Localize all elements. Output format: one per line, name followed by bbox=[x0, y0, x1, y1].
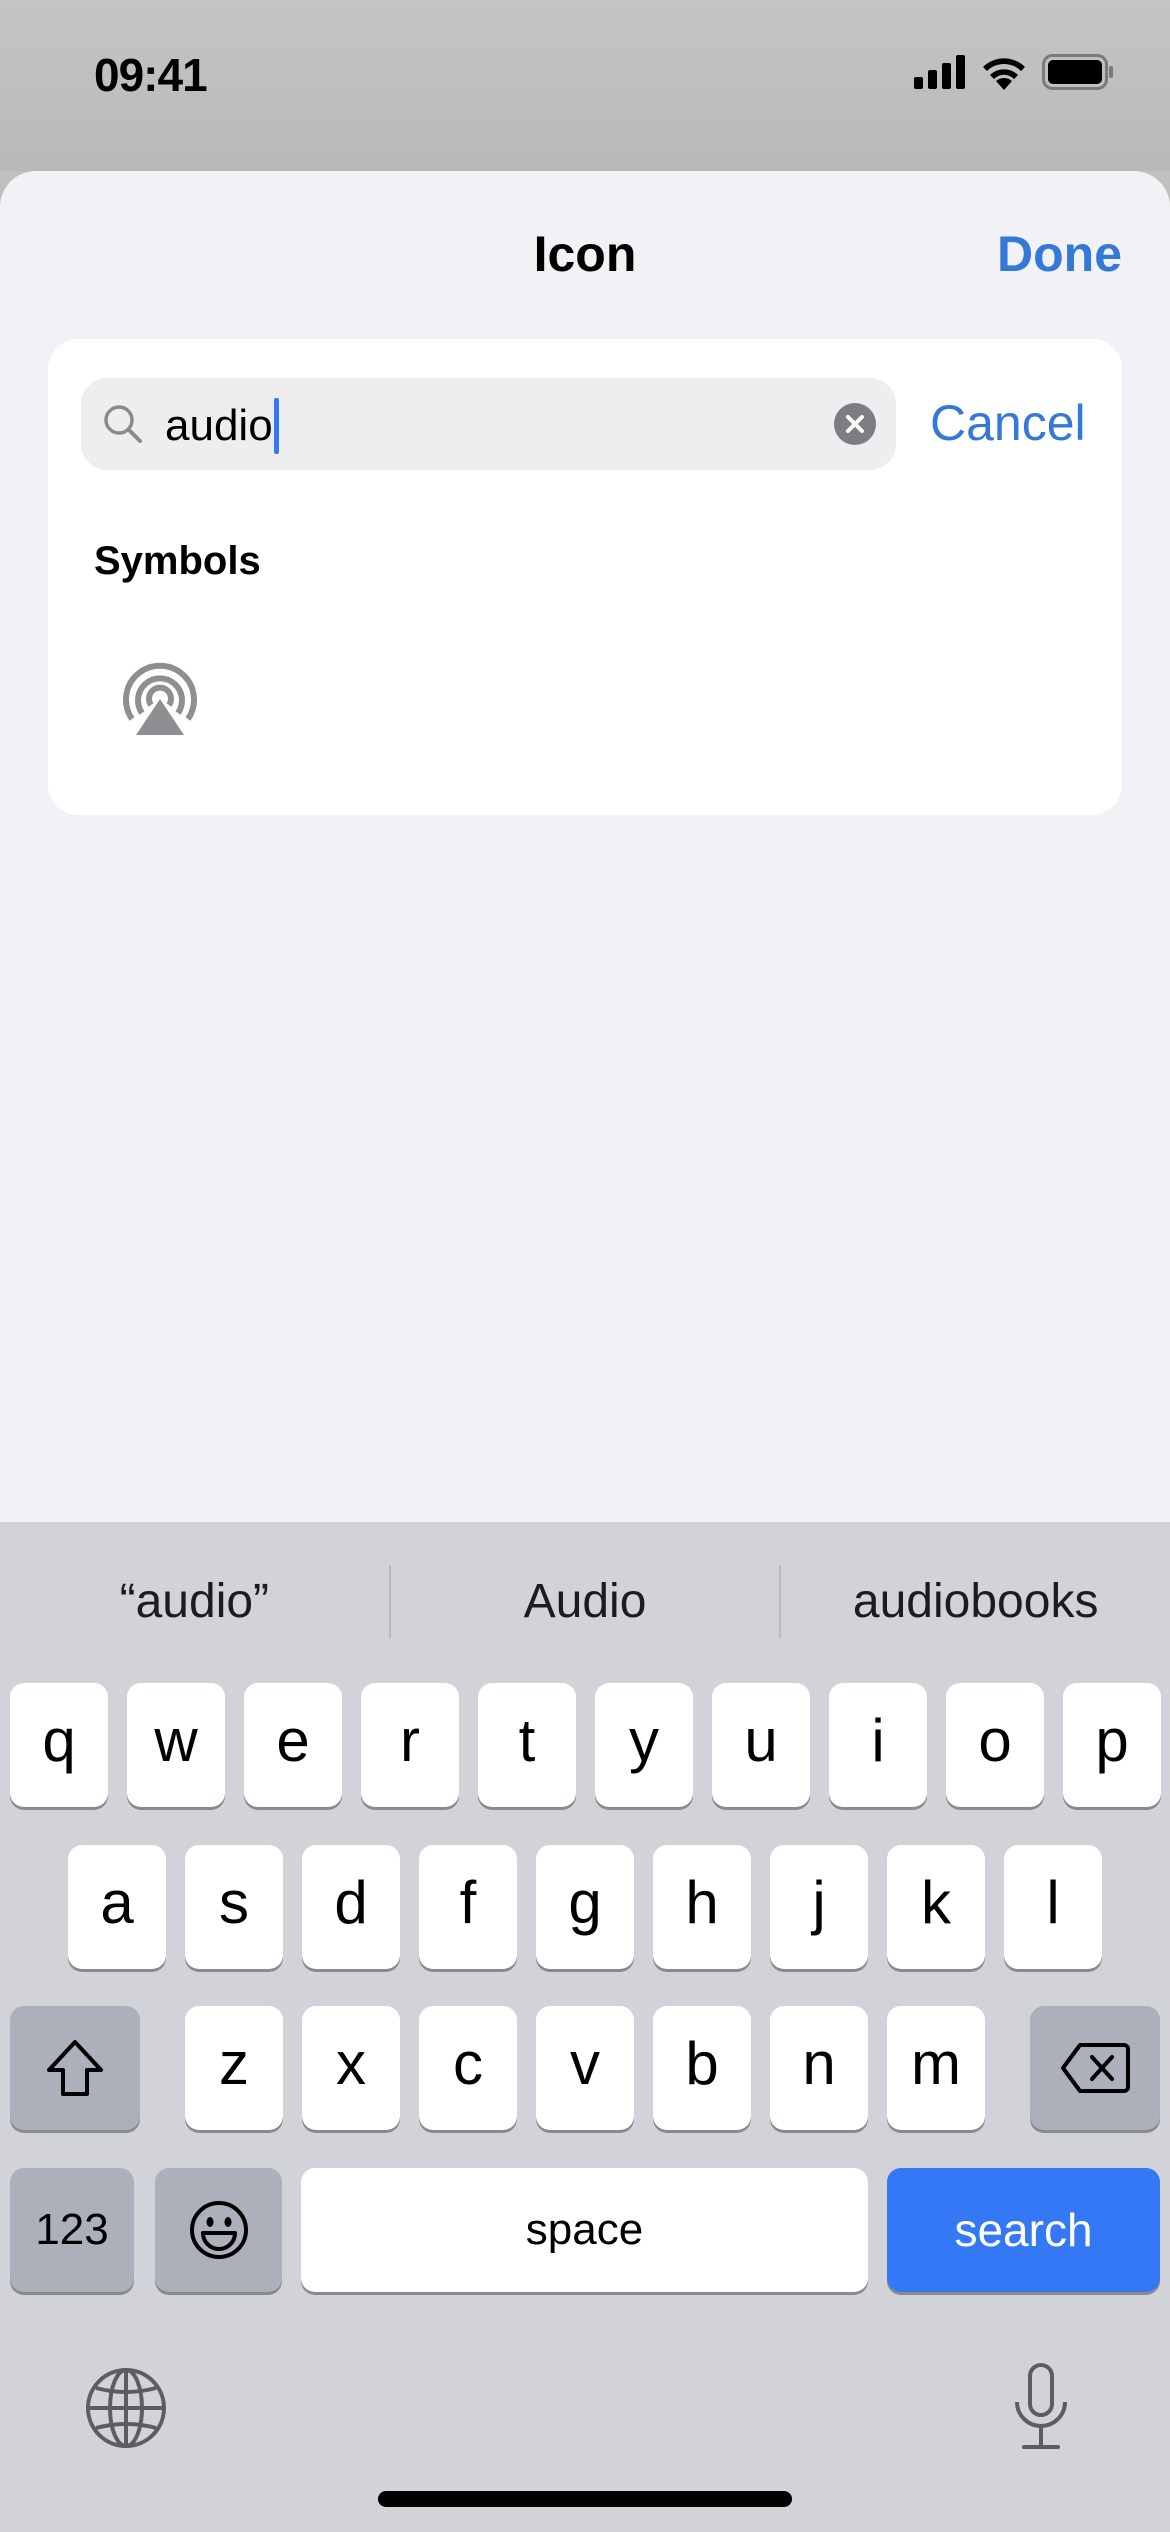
key-r[interactable]: r bbox=[361, 1683, 459, 1807]
key-y[interactable]: y bbox=[595, 1683, 693, 1807]
key-b[interactable]: b bbox=[653, 2006, 751, 2130]
key-o[interactable]: o bbox=[946, 1683, 1044, 1807]
emoji-face-icon bbox=[189, 2201, 248, 2259]
space-key[interactable]: space bbox=[301, 2168, 868, 2292]
cellular-signal-icon bbox=[914, 55, 965, 89]
key-l[interactable]: l bbox=[1004, 1845, 1102, 1969]
search-input-value: audio bbox=[165, 398, 279, 454]
shift-arrow-icon bbox=[47, 2040, 103, 2096]
magnifying-glass-icon bbox=[104, 405, 142, 443]
search-input[interactable]: audio bbox=[81, 378, 896, 470]
key-c[interactable]: c bbox=[419, 2006, 517, 2130]
key-h[interactable]: h bbox=[653, 1845, 751, 1969]
status-bar: 09:41 bbox=[0, 0, 1170, 171]
clear-search-button[interactable] bbox=[834, 403, 876, 445]
key-f[interactable]: f bbox=[419, 1845, 517, 1969]
status-time: 09:41 bbox=[94, 49, 208, 101]
key-t[interactable]: t bbox=[478, 1683, 576, 1807]
key-w[interactable]: w bbox=[127, 1683, 225, 1807]
cancel-button[interactable]: Cancel bbox=[930, 394, 1086, 452]
clear-x-icon bbox=[846, 415, 864, 433]
key-j[interactable]: j bbox=[770, 1845, 868, 1969]
key-p[interactable]: p bbox=[1063, 1683, 1161, 1807]
delete-backspace-icon bbox=[1061, 2043, 1130, 2093]
predictive-suggestions: “audio” Audio audiobooks bbox=[0, 1562, 1170, 1642]
search-query-text: audio bbox=[165, 401, 273, 450]
key-n[interactable]: n bbox=[770, 2006, 868, 2130]
delete-key[interactable] bbox=[1030, 2006, 1160, 2130]
battery-icon bbox=[1042, 54, 1113, 90]
key-g[interactable]: g bbox=[536, 1845, 634, 1969]
text-caret bbox=[273, 398, 279, 454]
key-i[interactable]: i bbox=[829, 1683, 927, 1807]
emoji-key[interactable] bbox=[155, 2168, 282, 2292]
suggestion-capitalized[interactable]: Audio bbox=[391, 1562, 780, 1642]
numbers-key[interactable]: 123 bbox=[10, 2168, 134, 2292]
globe-icon[interactable] bbox=[84, 2366, 168, 2450]
search-card: audio Cancel Symbols bbox=[48, 339, 1122, 815]
key-d[interactable]: d bbox=[302, 1845, 400, 1969]
sheet-title: Icon bbox=[533, 226, 637, 282]
done-button[interactable]: Done bbox=[997, 225, 1122, 283]
suggestion-audiobooks[interactable]: audiobooks bbox=[781, 1562, 1170, 1642]
status-icons bbox=[914, 54, 1114, 90]
key-v[interactable]: v bbox=[536, 2006, 634, 2130]
key-q[interactable]: q bbox=[10, 1683, 108, 1807]
home-indicator bbox=[378, 2491, 792, 2507]
key-z[interactable]: z bbox=[185, 2006, 283, 2130]
symbol-result-airplay-audio[interactable] bbox=[118, 657, 202, 741]
key-k[interactable]: k bbox=[887, 1845, 985, 1969]
wifi-icon bbox=[983, 58, 1025, 90]
shift-key[interactable] bbox=[10, 2006, 140, 2130]
key-a[interactable]: a bbox=[68, 1845, 166, 1969]
key-e[interactable]: e bbox=[244, 1683, 342, 1807]
keyboard: “audio” Audio audiobooks qwertyuiop asdfg… bbox=[0, 1522, 1170, 2532]
icon-picker-sheet: Icon Done audio Cancel Symbols bbox=[0, 171, 1170, 1531]
search-key[interactable]: search bbox=[887, 2168, 1160, 2292]
symbols-section-label: Symbols bbox=[94, 539, 261, 583]
key-x[interactable]: x bbox=[302, 2006, 400, 2130]
suggestion-quoted[interactable]: “audio” bbox=[0, 1562, 389, 1642]
key-m[interactable]: m bbox=[887, 2006, 985, 2130]
airplay-audio-icon bbox=[123, 662, 197, 735]
microphone-icon[interactable] bbox=[1012, 2362, 1070, 2452]
key-u[interactable]: u bbox=[712, 1683, 810, 1807]
key-s[interactable]: s bbox=[185, 1845, 283, 1969]
